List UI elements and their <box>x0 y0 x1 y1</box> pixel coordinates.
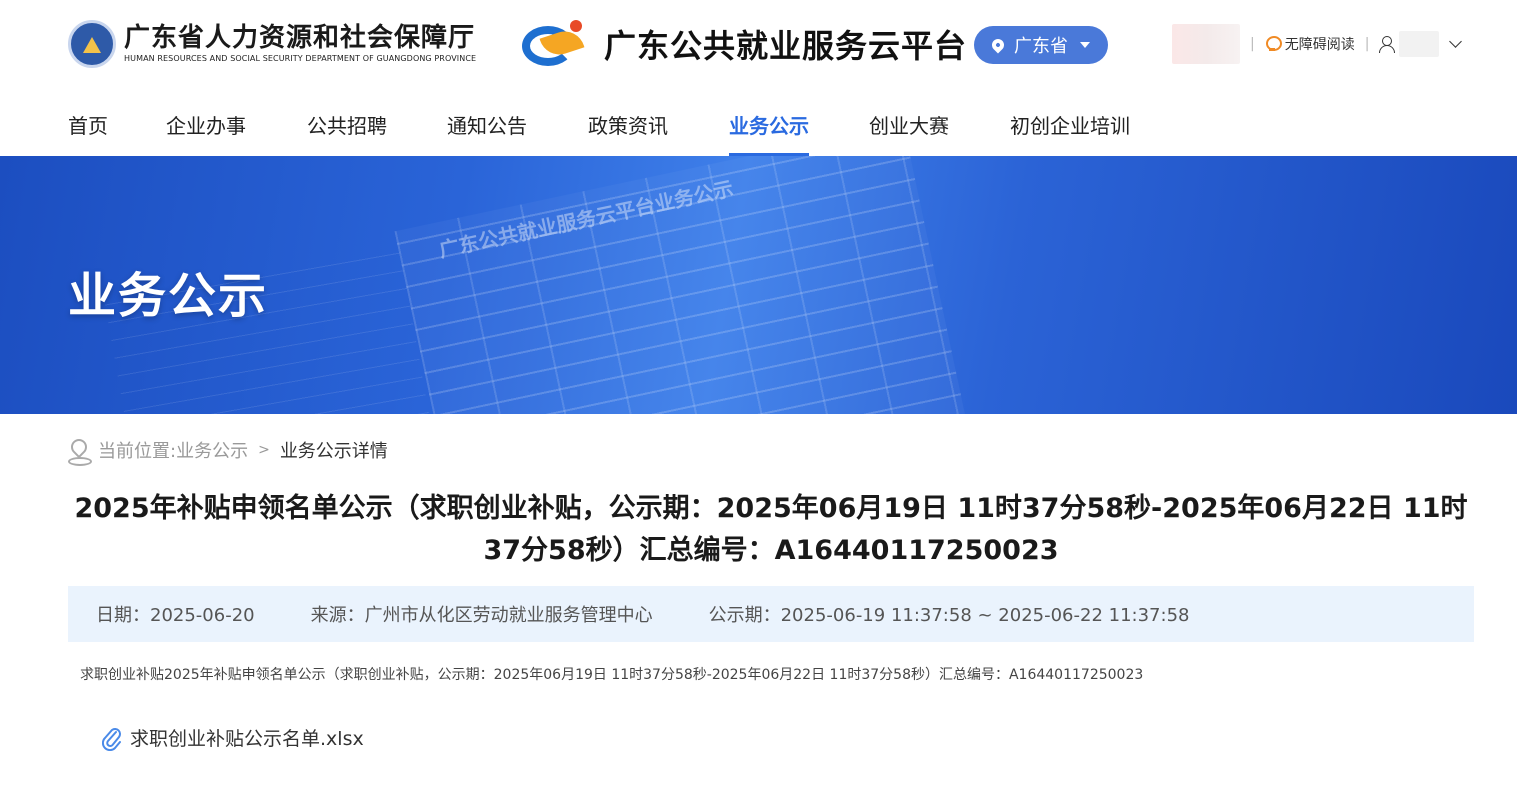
breadcrumb-label: 当前位置: <box>98 441 177 462</box>
nav-item-home[interactable]: 首页 <box>68 112 108 156</box>
site-header: 广东省人力资源和社会保障厅 HUMAN RESOURCES AND SOCIAL… <box>0 0 1517 96</box>
nav-item-policy[interactable]: 政策资讯 <box>588 112 668 156</box>
platform-logo[interactable]: 广东公共就业服务云平台 <box>520 18 967 70</box>
org-name-cn: 广东省人力资源和社会保障厅 <box>124 23 476 53</box>
redacted-username <box>1399 31 1440 57</box>
paperclip-icon <box>102 727 121 751</box>
divider: | <box>1364 36 1370 52</box>
chevron-down-icon <box>1449 35 1463 48</box>
divider: | <box>1250 36 1255 52</box>
article-source: 来源：广州市从化区劳动就业服务管理中心 <box>310 605 653 626</box>
breadcrumb-link-business-publicity[interactable]: 业务公示 <box>176 437 248 463</box>
article-title: 2025年补贴申领名单公示（求职创业补贴，公示期：2025年06月19日 11时… <box>74 493 1468 566</box>
caret-down-icon <box>1080 42 1090 48</box>
banner-sheet-text: 广东公共就业服务云平台业务公示 <box>436 176 736 263</box>
nav-item-recruitment[interactable]: 公共招聘 <box>307 112 387 156</box>
platform-mark-icon <box>520 18 594 70</box>
redacted-link[interactable] <box>1172 24 1240 64</box>
article-period: 公示期：2025-06-19 11:37:58 ~ 2025-06-22 11:… <box>708 605 1190 626</box>
banner-title: 业务公示 <box>68 268 269 324</box>
header-toolbar: | 无障碍阅读 | <box>1172 22 1463 66</box>
location-pin-icon <box>989 36 1007 54</box>
article-date: 日期：2025-06-20 <box>96 605 255 626</box>
accessibility-button[interactable]: 无障碍阅读 <box>1265 34 1355 54</box>
hrss-logo[interactable]: 广东省人力资源和社会保障厅 HUMAN RESOURCES AND SOCIAL… <box>68 20 476 68</box>
platform-name: 广东公共就业服务云平台 <box>604 27 968 65</box>
attachment-filename: 求职创业补贴公示名单.xlsx <box>130 728 364 750</box>
main-nav: 首页 企业办事 公共招聘 通知公告 政策资讯 业务公示 创业大赛 初创企业培训 <box>0 96 1517 156</box>
user-menu[interactable] <box>1379 31 1463 57</box>
location-icon <box>68 437 92 466</box>
page-banner: 广东公共就业服务云平台业务公示 业务公示 <box>0 156 1517 414</box>
user-icon <box>1379 36 1396 53</box>
article-summary: 求职创业补贴2025年补贴申领名单公示（求职创业补贴，公示期：2025年06月1… <box>80 667 1144 683</box>
article-meta-bar: 日期：2025-06-20 来源：广州市从化区劳动就业服务管理中心 公示期：20… <box>68 586 1474 642</box>
attachment-link[interactable]: 求职创业补贴公示名单.xlsx <box>102 724 364 751</box>
breadcrumb: 当前位置: 业务公示 > 业务公示详情 <box>68 436 388 466</box>
accessibility-label: 无障碍阅读 <box>1284 37 1355 53</box>
region-selector-button[interactable]: 广东省 <box>974 26 1108 64</box>
region-label: 广东省 <box>1014 36 1068 57</box>
breadcrumb-separator: > <box>258 442 270 458</box>
nav-item-startup-contest[interactable]: 创业大赛 <box>869 112 949 156</box>
org-name-en: HUMAN RESOURCES AND SOCIAL SECURITY DEPA… <box>124 54 477 63</box>
nav-item-business-publicity[interactable]: 业务公示 <box>729 112 809 156</box>
lightbulb-icon <box>1265 36 1282 52</box>
nav-item-enterprise[interactable]: 企业办事 <box>166 112 246 156</box>
nav-item-notices[interactable]: 通知公告 <box>447 112 527 156</box>
hrss-logo-text: 广东省人力资源和社会保障厅 HUMAN RESOURCES AND SOCIAL… <box>124 23 476 65</box>
nav-item-startup-training[interactable]: 初创企业培训 <box>1010 112 1130 156</box>
hrss-emblem-icon <box>68 20 116 68</box>
breadcrumb-current: 业务公示详情 <box>279 441 388 462</box>
banner-spreadsheet-image: 广东公共就业服务云平台业务公示 <box>394 156 966 414</box>
